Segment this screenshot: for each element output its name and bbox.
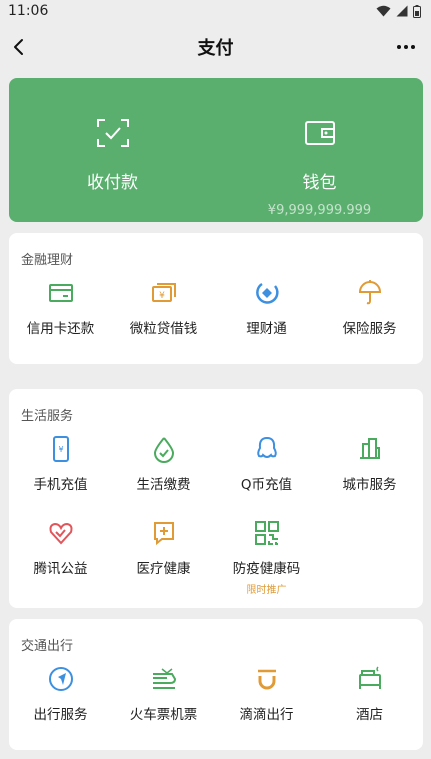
grid-item-phone-topup[interactable]: ¥ 手机充值 <box>9 435 112 493</box>
section-title: 金融理财 <box>21 253 74 268</box>
finance-section: 金融理财 信用卡还款 ¥ 微粒贷借钱 理财通 保险服务 <box>9 233 423 364</box>
grid-item-loan[interactable]: ¥ 微粒贷借钱 <box>112 279 215 337</box>
svg-text:¥: ¥ <box>159 291 165 301</box>
grid-item-qq-coin[interactable]: Q币充值 <box>215 435 318 493</box>
city-service-icon <box>359 438 380 459</box>
grid-item-credit-card[interactable]: 信用卡还款 <box>9 279 112 337</box>
train-icon <box>152 668 176 689</box>
credit-card-icon <box>48 284 73 302</box>
more-icon[interactable] <box>395 38 417 56</box>
grid-item-label: 保险服务 <box>342 321 397 337</box>
grid-item-label: 医疗健康 <box>136 561 191 577</box>
medical-icon <box>153 522 174 546</box>
grid-item-label: 腾讯公益 <box>33 561 88 577</box>
grid-item-label: 火车票机票 <box>129 707 198 723</box>
battery-icon <box>413 4 421 18</box>
grid-item-wealth[interactable]: 理财通 <box>215 279 318 337</box>
qq-coin-icon <box>256 436 277 458</box>
receive-pay-button[interactable]: 收付款 <box>9 78 216 222</box>
grid-item-insurance[interactable]: 保险服务 <box>318 279 421 337</box>
grid-item-label: 生活缴费 <box>136 477 191 493</box>
utility-payment-icon <box>153 437 174 463</box>
grid-item-label: 酒店 <box>356 707 383 723</box>
grid-item-didi[interactable]: 滴滴出行 <box>215 665 318 723</box>
grid-item-label: 微粒贷借钱 <box>129 321 198 337</box>
grid-item-label: 信用卡还款 <box>26 321 95 337</box>
didi-icon <box>257 669 276 690</box>
scan-pay-icon <box>96 119 129 147</box>
insurance-icon <box>358 280 381 305</box>
grid-item-hotel[interactable]: 酒店 <box>318 665 421 723</box>
grid-item-charity[interactable]: 腾讯公益 <box>9 519 112 577</box>
section-title: 生活服务 <box>21 409 74 424</box>
grid-item-train[interactable]: 火车票机票 <box>112 665 215 723</box>
charity-icon <box>49 522 72 545</box>
transport-section: 交通出行 出行服务 火车票机票 滴滴出行 酒店 <box>9 619 423 750</box>
status-bar: 11:06 <box>0 0 431 22</box>
wallet-balance: ¥9,999,999.999 <box>267 203 372 218</box>
promo-tag: 限时推广 <box>246 585 287 596</box>
grid-item-label: 理财通 <box>246 321 287 337</box>
grid-item-health-code[interactable]: 防疫健康码 限时推广 <box>215 519 318 596</box>
nav-bar: 支付 <box>0 24 431 70</box>
grid-item-label: 防疫健康码 <box>232 561 301 577</box>
back-arrow-icon[interactable] <box>8 36 30 58</box>
travel-icon <box>48 667 73 691</box>
receive-pay-label: 收付款 <box>87 173 138 193</box>
grid-item-travel[interactable]: 出行服务 <box>9 665 112 723</box>
grid-item-label: 手机充值 <box>33 477 88 493</box>
grid-item-label: 滴滴出行 <box>239 707 294 723</box>
grid-item-utility-payment[interactable]: 生活缴费 <box>112 435 215 493</box>
svg-text:¥: ¥ <box>58 445 63 454</box>
health-code-icon <box>254 521 279 545</box>
grid-item-label: Q币充值 <box>240 477 293 493</box>
section-title: 交通出行 <box>21 639 74 654</box>
status-icons <box>376 4 421 18</box>
wallet-label: 钱包 <box>302 173 337 193</box>
grid-item-city-service[interactable]: 城市服务 <box>318 435 421 493</box>
payment-hero-card: 收付款 钱包 ¥9,999,999.999 <box>9 78 423 222</box>
loan-icon: ¥ <box>151 283 176 302</box>
wallet-icon <box>304 121 335 145</box>
grid-item-label: 出行服务 <box>33 707 88 723</box>
hotel-icon <box>358 666 381 689</box>
life-services-section: 生活服务 ¥ 手机充值 生活缴费 Q币充值 城市服务 腾讯公益 医疗健康 防疫健… <box>9 389 423 608</box>
grid-item-medical[interactable]: 医疗健康 <box>112 519 215 577</box>
status-time: 11:06 <box>8 3 49 19</box>
wallet-button[interactable]: 钱包 ¥9,999,999.999 <box>216 78 423 222</box>
wealth-icon <box>255 282 279 304</box>
grid-item-label: 城市服务 <box>342 477 397 493</box>
wifi-icon <box>376 5 391 17</box>
page-title: 支付 <box>197 38 234 59</box>
phone-topup-icon: ¥ <box>52 436 69 462</box>
signal-icon <box>396 5 408 17</box>
